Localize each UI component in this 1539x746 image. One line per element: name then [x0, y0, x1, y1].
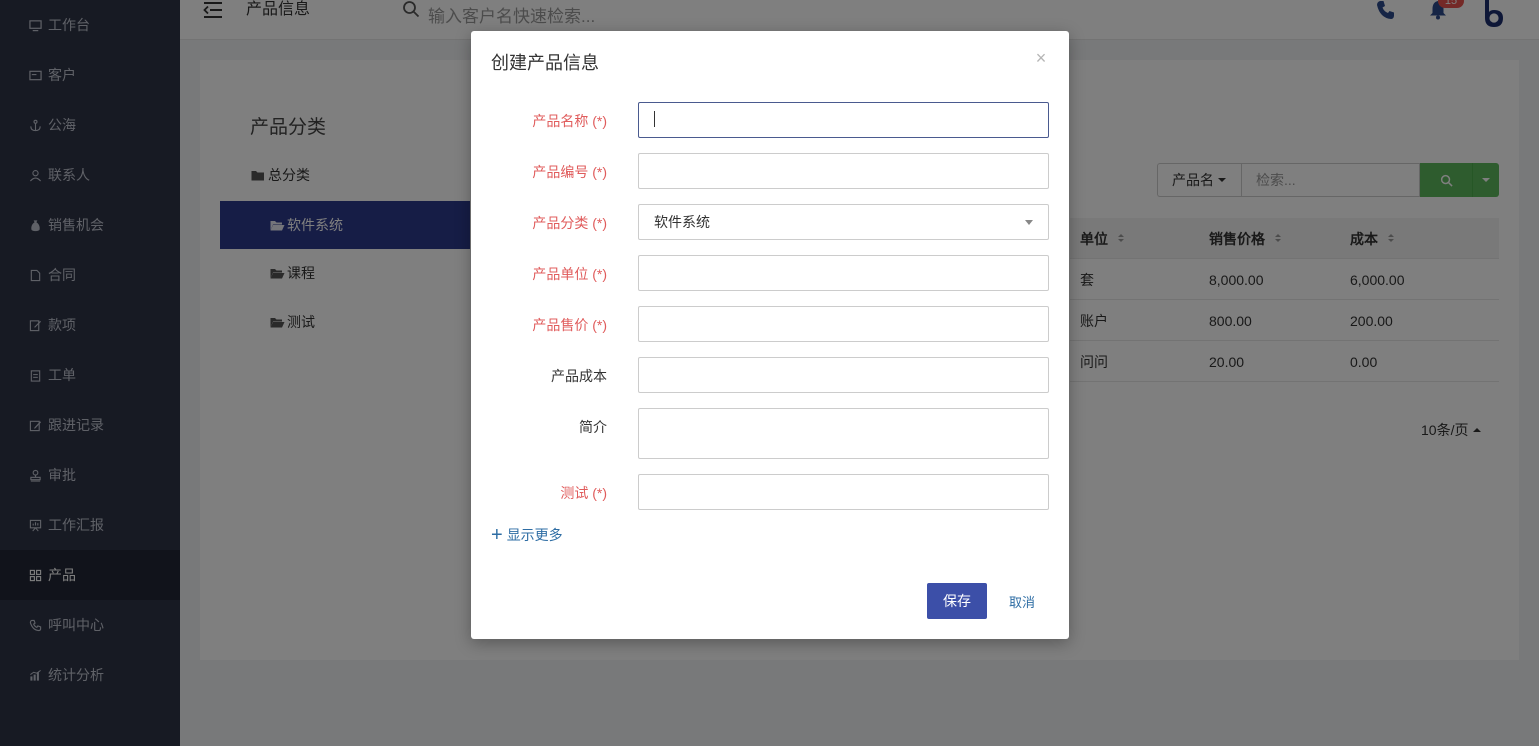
product-cost-input[interactable]	[638, 357, 1049, 393]
product-unit-input[interactable]	[638, 255, 1049, 291]
close-icon[interactable]: ×	[1034, 49, 1048, 67]
product-code-label: 产品编号 (*)	[532, 164, 607, 180]
product-intro-textarea[interactable]	[638, 408, 1049, 459]
modal-title: 创建产品信息	[491, 53, 599, 73]
product-category-label: 产品分类 (*)	[532, 215, 607, 231]
test-field-label: 测试 (*)	[560, 485, 607, 501]
product-intro-label: 简介	[579, 419, 607, 435]
test-field-input[interactable]	[638, 474, 1049, 510]
product-category-value: 软件系统	[654, 214, 710, 230]
product-name-label: 产品名称 (*)	[532, 113, 607, 129]
plus-icon: +	[491, 524, 503, 546]
product-price-label: 产品售价 (*)	[532, 317, 607, 333]
show-more-link[interactable]: + 显示更多	[491, 525, 563, 545]
show-more-label: 显示更多	[506, 527, 563, 543]
text-cursor	[654, 111, 655, 127]
create-product-modal: 创建产品信息 × 产品名称 (*) 产品编号 (*) 产品分类 (*) 软件系统…	[471, 31, 1069, 639]
cancel-button[interactable]: 取消	[1000, 583, 1044, 619]
product-code-input[interactable]	[638, 153, 1049, 189]
product-category-select[interactable]: 软件系统	[638, 204, 1049, 240]
product-cost-label: 产品成本	[551, 368, 607, 384]
product-unit-label: 产品单位 (*)	[532, 266, 607, 282]
save-button[interactable]: 保存	[927, 583, 987, 619]
caret-down-icon	[1025, 220, 1033, 225]
product-name-input[interactable]	[638, 102, 1049, 138]
product-price-input[interactable]	[638, 306, 1049, 342]
